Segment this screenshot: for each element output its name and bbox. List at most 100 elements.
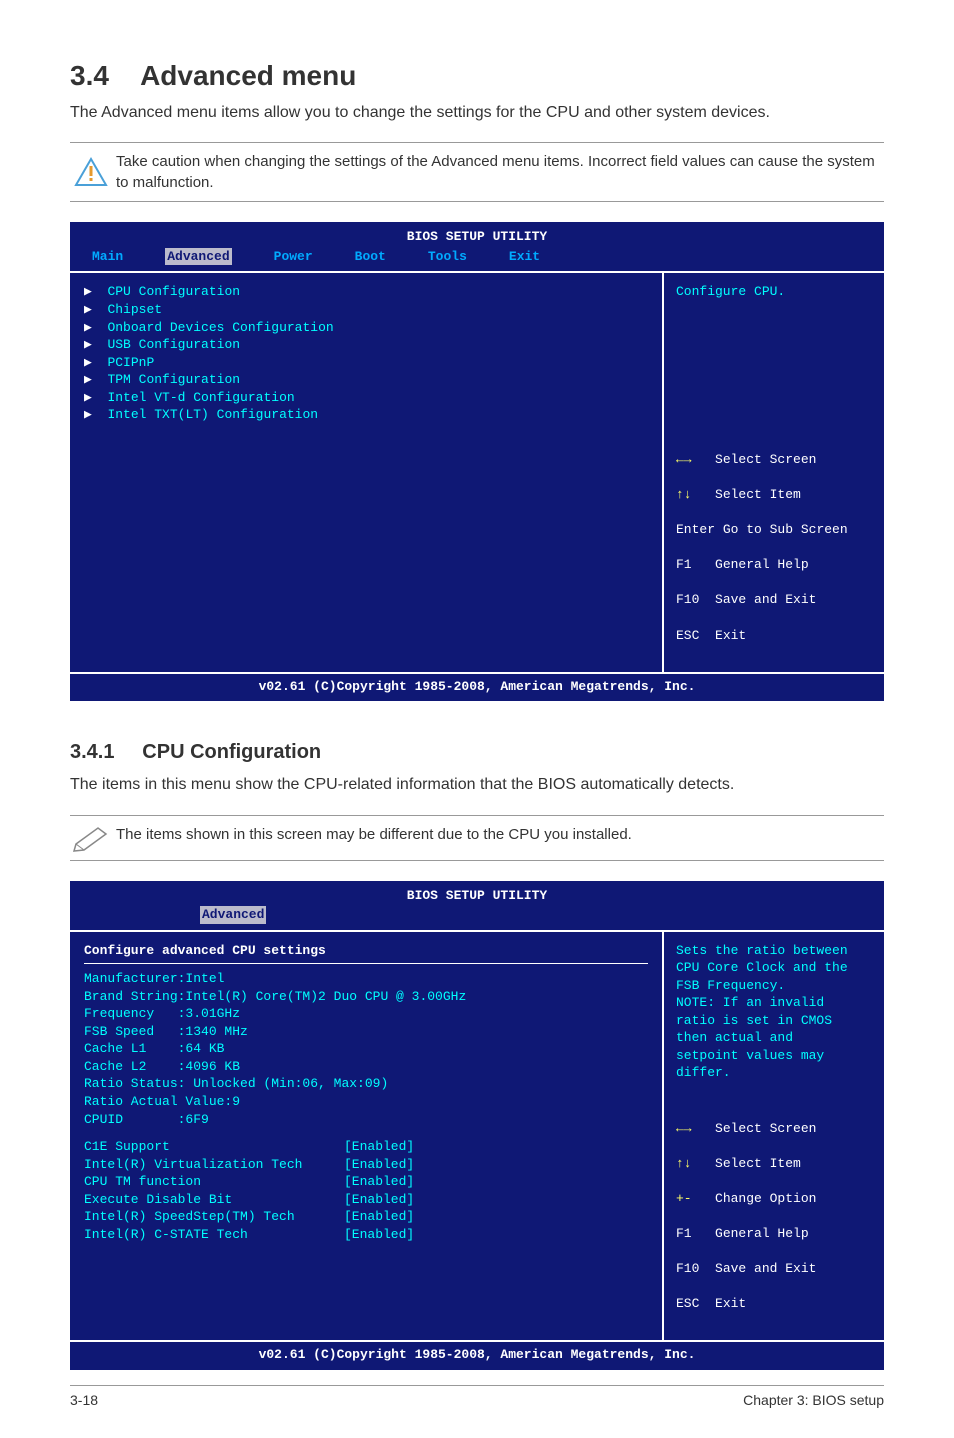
menu-item: Chipset <box>107 302 162 317</box>
nav-line: Select Screen <box>715 452 816 467</box>
menu-item: Onboard Devices Configuration <box>107 320 333 335</box>
note-callout: The items shown in this screen may be di… <box>70 815 884 861</box>
bios-left-panel: ▶ CPU Configuration ▶ Chipset ▶ Onboard … <box>70 273 664 671</box>
cpu-info-line: Ratio Actual Value:9 <box>84 1093 648 1111</box>
option-label: Intel(R) SpeedStep(TM) Tech <box>84 1208 344 1226</box>
caution-icon <box>70 151 112 193</box>
nav-line: Save and Exit <box>715 592 816 607</box>
subsection-name: CPU Configuration <box>142 741 321 763</box>
bios-copyright: v02.61 (C)Copyright 1985-2008, American … <box>70 674 884 702</box>
help-line: FSB Frequency. <box>676 977 872 995</box>
caution-text: Take caution when changing the settings … <box>112 151 884 193</box>
cpu-info-line: FSB Speed :1340 MHz <box>84 1023 648 1041</box>
menu-item: Intel VT-d Configuration <box>107 390 294 405</box>
nav-line: Select Item <box>715 1156 801 1171</box>
cpu-info-line: Manufacturer:Intel <box>84 970 648 988</box>
subsection-number: 3.4.1 <box>70 741 114 763</box>
tab-advanced: Advanced <box>200 906 266 924</box>
option-value: [Enabled] <box>344 1227 414 1242</box>
arrow-ud-icon: ↑↓ <box>676 487 715 502</box>
bios-help-text: Configure CPU. <box>676 283 872 433</box>
menu-item: TPM Configuration <box>107 372 240 387</box>
triangle-icon: ▶ <box>84 302 107 317</box>
note-icon <box>70 824 112 852</box>
option-label: Intel(R) C-STATE Tech <box>84 1226 344 1244</box>
arrow-lr-icon: ←→ <box>676 452 715 467</box>
intro-paragraph: The Advanced menu items allow you to cha… <box>70 102 884 124</box>
nav-key: F10 <box>676 592 699 607</box>
triangle-icon: ▶ <box>84 284 107 299</box>
section-title: 3.4 Advanced menu <box>70 60 884 92</box>
option-label: CPU TM function <box>84 1173 344 1191</box>
nav-key: Enter <box>676 522 715 537</box>
bios-right-panel: Sets the ratio between CPU Core Clock an… <box>664 932 884 1340</box>
section-name: Advanced menu <box>140 60 356 91</box>
bios-screenshot-cpu-config: BIOS SETUP UTILITY Advanced Configure ad… <box>70 881 884 1370</box>
chapter-label: Chapter 3: BIOS setup <box>743 1392 884 1408</box>
cpu-info-line: Ratio Status: Unlocked (Min:06, Max:09) <box>84 1075 648 1093</box>
page-number: 3-18 <box>70 1392 98 1408</box>
help-line: NOTE: If an invalid <box>676 994 872 1012</box>
nav-line: Go to Sub Screen <box>723 522 848 537</box>
nav-key: F1 <box>676 557 692 572</box>
nav-line: General Help <box>715 557 809 572</box>
triangle-icon: ▶ <box>84 337 107 352</box>
menu-item: USB Configuration <box>107 337 240 352</box>
bios-menubar: Advanced <box>70 904 884 930</box>
bios-screenshot-advanced-menu: BIOS SETUP UTILITY Main Advanced Power B… <box>70 222 884 701</box>
menu-item: PCIPnP <box>107 355 154 370</box>
nav-key: F1 <box>676 1226 692 1241</box>
help-line: setpoint values may <box>676 1047 872 1065</box>
option-value: [Enabled] <box>344 1192 414 1207</box>
bios-right-panel: Configure CPU. ←→ Select Screen ↑↓ Selec… <box>664 273 884 671</box>
nav-line: Select Screen <box>715 1121 816 1136</box>
nav-key: ESC <box>676 1296 699 1311</box>
bios-menubar: Main Advanced Power Boot Tools Exit <box>70 246 884 272</box>
nav-key: F10 <box>676 1261 699 1276</box>
nav-line: Exit <box>715 1296 746 1311</box>
tab-exit: Exit <box>509 248 540 266</box>
bios-copyright: v02.61 (C)Copyright 1985-2008, American … <box>70 1342 884 1370</box>
cpu-info-line: Frequency :3.01GHz <box>84 1005 648 1023</box>
cpu-info-line: Cache L1 :64 KB <box>84 1040 648 1058</box>
triangle-icon: ▶ <box>84 372 107 387</box>
cpu-info-line: Cache L2 :4096 KB <box>84 1058 648 1076</box>
section-number: 3.4 <box>70 60 109 91</box>
help-line: ratio is set in CMOS <box>676 1012 872 1030</box>
cpu-info-line: CPUID :6F9 <box>84 1111 648 1129</box>
menu-item: CPU Configuration <box>107 284 240 299</box>
menu-item: Intel TXT(LT) Configuration <box>107 407 318 422</box>
bios-title: BIOS SETUP UTILITY <box>70 881 884 905</box>
help-line: differ. <box>676 1064 872 1082</box>
option-value: [Enabled] <box>344 1139 414 1154</box>
arrow-ud-icon: ↑↓ <box>676 1156 715 1171</box>
nav-line: Save and Exit <box>715 1261 816 1276</box>
triangle-icon: ▶ <box>84 407 107 422</box>
nav-line: Exit <box>715 628 746 643</box>
arrow-lr-icon: ←→ <box>676 1121 715 1136</box>
option-label: Execute Disable Bit <box>84 1191 344 1209</box>
nav-line: Change Option <box>715 1191 816 1206</box>
triangle-icon: ▶ <box>84 390 107 405</box>
page-footer: 3-18 Chapter 3: BIOS setup <box>70 1385 884 1408</box>
nav-key: +- <box>676 1191 692 1206</box>
tab-tools: Tools <box>428 248 467 266</box>
tab-advanced: Advanced <box>165 248 231 266</box>
bios-nav-hints: ←→ Select Screen ↑↓ Select Item +- Chang… <box>676 1102 872 1330</box>
subsection-intro: The items in this menu show the CPU-rela… <box>70 774 884 796</box>
bios-section-header: Configure advanced CPU settings <box>84 942 648 965</box>
cpu-info-line: Brand String:Intel(R) Core(TM)2 Duo CPU … <box>84 988 648 1006</box>
option-value: [Enabled] <box>344 1174 414 1189</box>
option-value: [Enabled] <box>344 1157 414 1172</box>
bios-left-panel: Configure advanced CPU settings Manufact… <box>70 932 664 1340</box>
caution-callout: Take caution when changing the settings … <box>70 142 884 202</box>
triangle-icon: ▶ <box>84 320 107 335</box>
help-line: then actual and <box>676 1029 872 1047</box>
nav-line: General Help <box>715 1226 809 1241</box>
nav-line: Select Item <box>715 487 801 502</box>
option-value: [Enabled] <box>344 1209 414 1224</box>
nav-key: ESC <box>676 628 699 643</box>
bios-title: BIOS SETUP UTILITY <box>70 222 884 246</box>
help-line: Sets the ratio between <box>676 942 872 960</box>
help-line: CPU Core Clock and the <box>676 959 872 977</box>
